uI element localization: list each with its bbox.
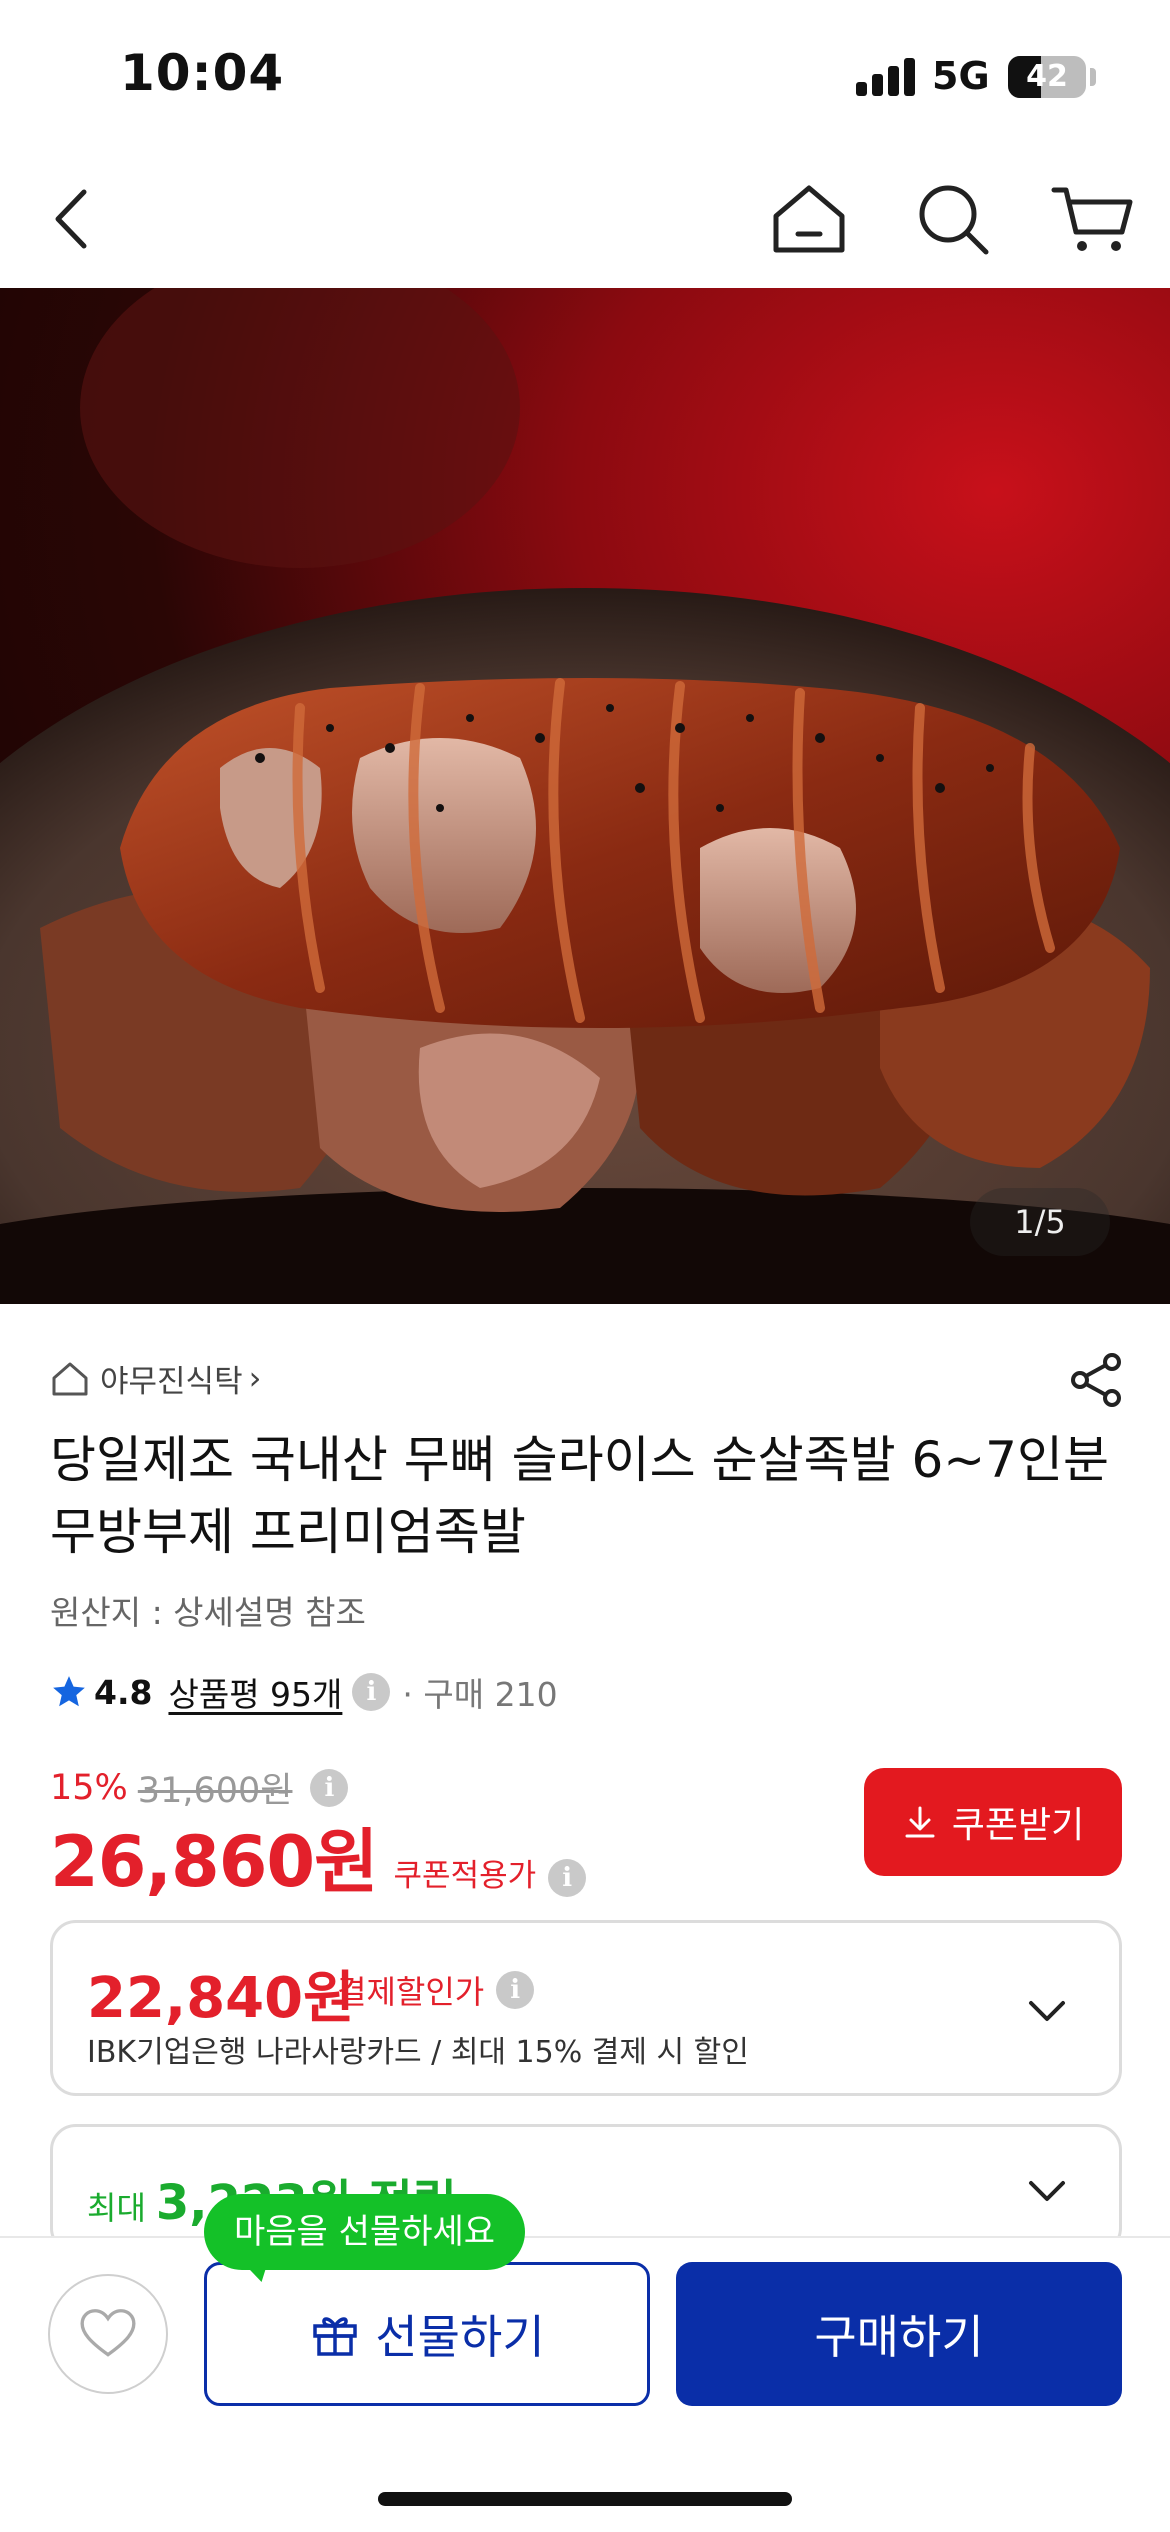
- purchase-count: · 구매 210: [402, 1675, 558, 1714]
- download-icon: [905, 1806, 935, 1838]
- product-image: [0, 288, 1170, 1304]
- coupon-download-button[interactable]: 쿠폰받기: [864, 1768, 1122, 1876]
- coupon-info-icon[interactable]: i: [548, 1859, 587, 1897]
- share-icon: [1071, 1353, 1121, 1407]
- home-indicator: [378, 2492, 792, 2506]
- rating-value: 4.8: [94, 1672, 153, 1712]
- product-title: 당일제조 국내산 무뼈 슬라이스 순살족발 6~7인분 무방부제 프리미엄족발: [50, 1431, 1109, 1561]
- sale-price: 26,860원: [50, 1821, 379, 1903]
- store-home-icon: [52, 1362, 88, 1396]
- gift-button-label: 선물하기: [375, 2310, 545, 2364]
- product-image-carousel[interactable]: 1/5: [0, 288, 1170, 1304]
- network-type: 5G: [932, 54, 990, 98]
- chevron-down-icon: [1029, 2001, 1065, 2021]
- heart-icon: [80, 2309, 136, 2357]
- coupon-button-label: 쿠폰받기: [951, 1805, 1085, 1846]
- chevron-right-icon: ›: [248, 1359, 262, 1397]
- price-info-icon[interactable]: i: [310, 1768, 349, 1807]
- store-link[interactable]: 야무진식탁 ›: [50, 1356, 261, 1400]
- price-row: 26,860원 쿠폰적용가 i: [50, 1806, 587, 1907]
- cart-button[interactable]: [1048, 174, 1138, 264]
- search-button[interactable]: [908, 174, 998, 264]
- back-button[interactable]: [26, 174, 116, 264]
- top-nav-bar: [0, 150, 1170, 286]
- gift-button[interactable]: 선물하기: [204, 2262, 650, 2406]
- search-icon: [919, 185, 989, 255]
- product-origin: 원산지 : 상세설명 참조: [50, 1593, 366, 1632]
- payment-discount-price: 22,840원: [87, 1966, 355, 2031]
- chevron-down-icon: [1029, 2181, 1065, 2201]
- reward-prefix: 최대: [87, 2189, 146, 2227]
- gift-icon: [313, 2317, 358, 2356]
- coupon-price-label: 쿠폰적용가: [393, 1858, 537, 1894]
- discount-rate: 15%: [50, 1767, 128, 1808]
- cart-icon: [1051, 187, 1133, 251]
- buy-button[interactable]: 구매하기: [676, 2262, 1122, 2406]
- payment-discount-label: 결제할인가: [337, 1973, 485, 2011]
- home-button[interactable]: [764, 174, 854, 264]
- battery-level: 42: [1026, 59, 1068, 94]
- payment-discount-desc: IBK기업은행 나라사랑카드 / 최대 15% 결제 시 할인: [87, 2035, 749, 2070]
- buy-button-label: 구매하기: [814, 2310, 984, 2364]
- share-button[interactable]: [1066, 1350, 1126, 1410]
- review-count-link[interactable]: 상품평 95개: [168, 1668, 342, 1716]
- status-bar: 10:04 5G 42: [0, 0, 1170, 150]
- store-name: 야무진식탁: [100, 1363, 243, 1400]
- home-icon: [773, 185, 845, 253]
- star-icon: [53, 1676, 85, 1707]
- payment-discount-label-wrap: 결제할인가 i: [337, 1967, 535, 2013]
- back-icon: [55, 189, 87, 249]
- battery-cap: [1090, 68, 1096, 86]
- review-info-icon[interactable]: i: [352, 1673, 391, 1711]
- signal-strength-icon: [856, 58, 918, 96]
- battery-icon: 42: [1008, 56, 1086, 98]
- image-page-indicator: 1/5: [970, 1188, 1110, 1256]
- rating-row: 4.8 상품평 95개 i · 구매 210: [50, 1666, 558, 1718]
- payment-info-icon[interactable]: i: [496, 1971, 535, 2009]
- wishlist-button[interactable]: [48, 2274, 168, 2394]
- payment-discount-card[interactable]: 22,840원 결제할인가 i IBK기업은행 나라사랑카드 / 최대 15% …: [50, 1920, 1122, 2096]
- status-time: 10:04: [120, 44, 285, 102]
- gift-promo-bubble: 마음을 선물하세요: [204, 2194, 526, 2270]
